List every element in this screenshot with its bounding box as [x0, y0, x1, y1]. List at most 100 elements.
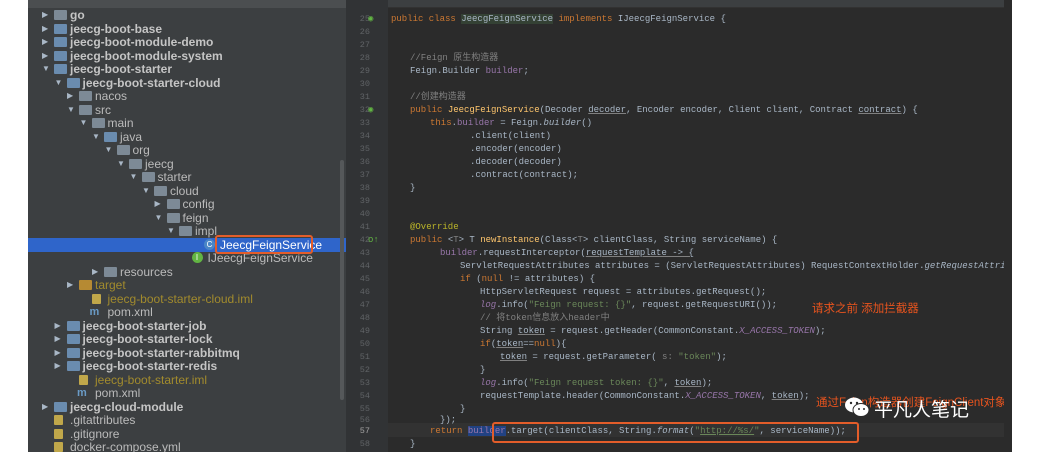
chevron-right-icon[interactable]: ▶	[42, 35, 52, 49]
tree-row[interactable]: ▶ jeecg-boot-base	[28, 22, 346, 36]
tree-row[interactable]: ▼ feign	[28, 211, 346, 225]
gutter-override-icon[interactable]: o↑	[368, 235, 379, 245]
chevron-down-icon[interactable]: ▼	[42, 62, 52, 76]
tree-row[interactable]: ▼ java	[28, 130, 346, 144]
editor-tab-bar[interactable]	[388, 0, 1012, 8]
folder-icon	[91, 118, 105, 128]
line-number: 54	[359, 391, 370, 401]
chevron-right-icon[interactable]: ▶	[42, 22, 52, 36]
line-number: 35	[359, 144, 370, 154]
chevron-down-icon[interactable]: ▼	[55, 76, 65, 90]
class-icon: C	[204, 238, 215, 250]
line-number: 37	[359, 170, 370, 180]
tree-row-label: feign	[182, 210, 209, 225]
line-number: 50	[359, 339, 370, 349]
tree-row[interactable]: ▶ resources	[28, 265, 346, 279]
folder-icon	[79, 91, 92, 101]
chevron-down-icon[interactable]: ▼	[80, 116, 90, 130]
line-number: 29	[359, 66, 370, 76]
tree-row-label: .gitignore	[70, 426, 120, 441]
tree-row[interactable]: ▶ go	[28, 8, 346, 22]
chevron-right-icon[interactable]: ▶	[42, 400, 52, 414]
project-panel-header	[28, 0, 346, 8]
chevron-right-icon[interactable]: ▶	[67, 89, 77, 103]
tree-row[interactable]: ▶ config	[28, 197, 346, 211]
chevron-down-icon[interactable]: ▼	[155, 211, 165, 225]
line-number: 44	[359, 261, 370, 271]
tree-row[interactable]: ▼ starter	[28, 170, 346, 184]
gutter-implement-icon[interactable]: ◉	[368, 14, 378, 24]
tree-row[interactable]: ▶ jeecg-boot-module-system	[28, 49, 346, 63]
module-folder-icon	[66, 334, 80, 344]
gutter-implement-icon[interactable]: ◉	[368, 105, 378, 115]
tree-row[interactable]: jeecg-boot-starter-cloud.iml	[28, 292, 346, 306]
package-icon	[141, 172, 155, 182]
code-line-41: @Override	[410, 222, 459, 232]
chevron-right-icon[interactable]: ▶	[42, 8, 52, 22]
chevron-down-icon[interactable]: ▼	[142, 184, 152, 198]
module-folder-icon	[54, 401, 67, 412]
line-number: 58	[359, 439, 370, 449]
tree-row[interactable]: ▼ jeecg-boot-starter	[28, 62, 346, 76]
tree-row[interactable]: ▼ cloud	[28, 184, 346, 198]
line-number: 25	[359, 14, 370, 24]
interceptor-annotation: 请求之前 添加拦截器	[812, 303, 919, 315]
line-number: 36	[359, 157, 370, 167]
chevron-right-icon[interactable]: ▶	[55, 332, 65, 346]
tree-row[interactable]: ▼ org	[28, 143, 346, 157]
line-number: 33	[359, 118, 370, 128]
chevron-down-icon[interactable]: ▼	[130, 170, 140, 184]
tree-row[interactable]: ▼ src	[28, 103, 346, 117]
chevron-down-icon[interactable]: ▼	[105, 143, 115, 157]
chevron-down-icon[interactable]: ▼	[92, 130, 102, 144]
tree-row[interactable]: .gitattributes	[28, 413, 346, 427]
chevron-right-icon[interactable]: ▶	[67, 278, 77, 292]
tree-row[interactable]: m pom.xml	[28, 386, 346, 400]
tree-row[interactable]: ▶ jeecg-boot-starter-lock	[28, 332, 346, 346]
code-line-35: .encoder(encoder)	[470, 144, 562, 154]
tree-row[interactable]: docker-compose.yml	[28, 440, 346, 452]
chevron-right-icon[interactable]: ▶	[55, 319, 65, 333]
line-number: 31	[359, 92, 370, 102]
tree-row[interactable]: ▶ jeecg-boot-starter-job	[28, 319, 346, 333]
tree-row[interactable]: ▼ main	[28, 116, 346, 130]
tree-row[interactable]: jeecg-boot-starter.iml	[28, 373, 346, 387]
code-line-25: public class JeecgFeignService implement…	[391, 14, 726, 24]
chevron-right-icon[interactable]: ▶	[55, 346, 65, 360]
module-folder-icon	[66, 77, 80, 88]
code-editor[interactable]: public class JeecgFeignService implement…	[388, 0, 1012, 452]
tree-row[interactable]: ▼ jeecg-boot-starter-cloud	[28, 76, 346, 90]
chevron-right-icon[interactable]: ▶	[155, 197, 165, 211]
chevron-down-icon[interactable]: ▼	[167, 224, 177, 238]
tree-row[interactable]: ▶ target	[28, 278, 346, 292]
line-number: 26	[359, 27, 370, 37]
code-line-47: log.info("Feign request: {}", request.ge…	[480, 300, 778, 310]
tree-row[interactable]: .gitignore	[28, 427, 346, 441]
chevron-down-icon[interactable]: ▼	[67, 103, 77, 117]
tree-row-label: jeecg-boot-starter-cloud	[82, 75, 221, 90]
tree-row[interactable]: ▶ jeecg-cloud-module	[28, 400, 346, 414]
code-line-49: String token = request.getHeader(CommonC…	[480, 326, 826, 336]
tree-row-label: jeecg-boot-starter-redis	[82, 359, 218, 373]
tree-row[interactable]: ▶ jeecg-boot-module-demo	[28, 35, 346, 49]
maven-icon: m	[77, 387, 87, 399]
tree-row[interactable]: ▶ nacos	[28, 89, 346, 103]
project-tree-scrollbar[interactable]	[340, 160, 344, 400]
return-line-highlight-box	[492, 422, 859, 443]
tree-row[interactable]: ▶ jeecg-boot-starter-rabbitmq	[28, 346, 346, 360]
file-icon	[54, 442, 63, 452]
chevron-right-icon[interactable]: ▶	[92, 265, 102, 279]
line-number: 41	[359, 222, 370, 232]
chevron-right-icon[interactable]: ▶	[55, 359, 65, 373]
editor-scrollbar[interactable]	[1004, 0, 1012, 452]
tree-row[interactable]: ▼ jeecg	[28, 157, 346, 171]
package-icon	[154, 185, 167, 196]
tree-row[interactable]: ▶ jeecg-boot-starter-redis	[28, 359, 346, 373]
code-line-46: HttpServletRequest request = attributes.…	[480, 287, 767, 297]
chevron-down-icon[interactable]: ▼	[117, 157, 127, 171]
module-folder-icon	[54, 23, 67, 34]
chevron-right-icon[interactable]: ▶	[42, 49, 52, 63]
tree-row[interactable]: m pom.xml	[28, 305, 346, 319]
line-number: 45	[359, 274, 370, 284]
tree-row-label: jeecg-boot-module-demo	[70, 35, 214, 49]
